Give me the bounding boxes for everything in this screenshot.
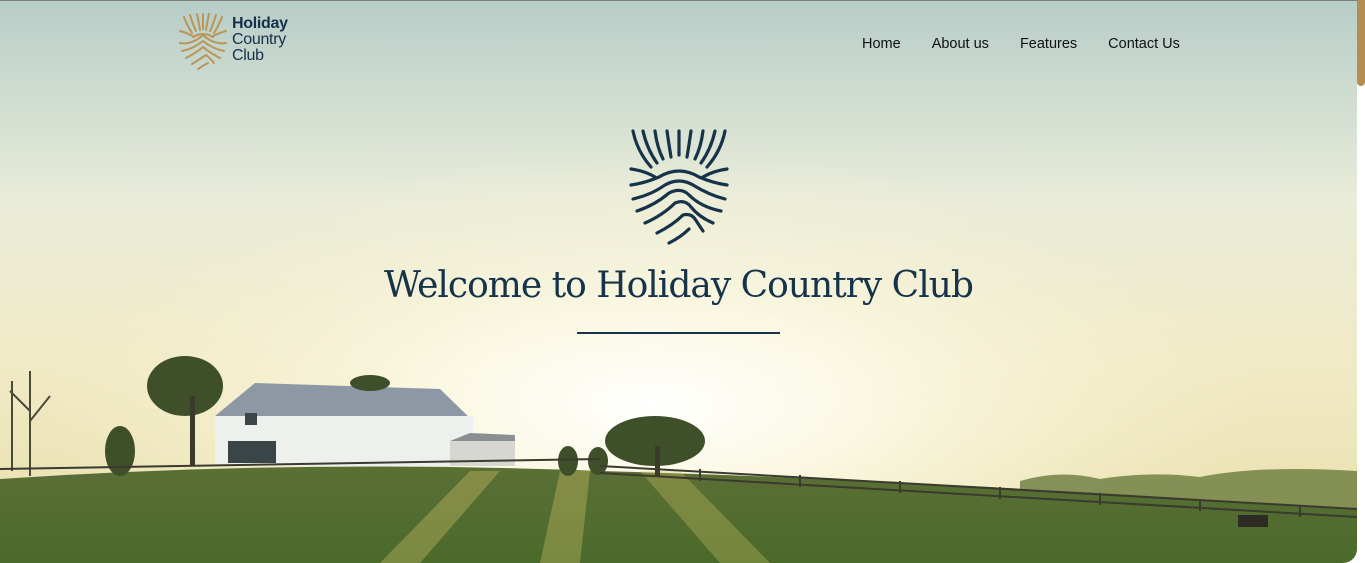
scrollbar-thumb[interactable] xyxy=(1357,0,1365,86)
nav-home-link[interactable]: Home xyxy=(862,36,901,52)
main-nav: Home About us Features Contact Us xyxy=(862,36,1211,52)
nav-contact-link[interactable]: Contact Us xyxy=(1108,36,1180,52)
brand-name-line1: Holiday xyxy=(232,15,288,32)
sunburst-logo-icon xyxy=(179,13,227,70)
title-divider xyxy=(577,332,780,334)
page-scrollbar[interactable] xyxy=(1357,0,1365,562)
hero-title: Welcome to Holiday Country Club xyxy=(384,265,974,306)
nav-features-link[interactable]: Features xyxy=(1020,36,1077,52)
brand-logo[interactable]: Holiday Country Club xyxy=(178,13,288,71)
brand-name-line3: Club xyxy=(232,47,264,64)
brand-name: Holiday Country Club xyxy=(232,16,288,64)
crest-emblem-icon xyxy=(629,129,729,245)
nav-about-link[interactable]: About us xyxy=(932,36,989,52)
brand-name-line2: Country xyxy=(232,31,286,48)
hero-banner: Holiday Country Club Home About us Featu… xyxy=(0,0,1357,563)
